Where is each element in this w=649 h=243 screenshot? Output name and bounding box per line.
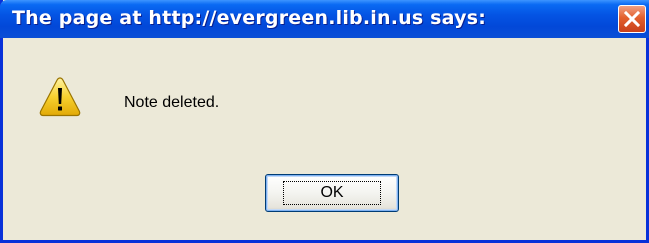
alert-dialog: The page at http://evergreen.lib.in.us s… (0, 0, 649, 243)
close-icon (623, 10, 641, 28)
dialog-title: The page at http://evergreen.lib.in.us s… (12, 7, 487, 29)
warning-icon (39, 77, 81, 117)
title-bar[interactable]: The page at http://evergreen.lib.in.us s… (0, 0, 649, 38)
dialog-message: Note deleted. (124, 94, 220, 111)
dialog-body: Note deleted. OK (3, 38, 646, 240)
ok-button-label: OK (283, 181, 381, 205)
close-button[interactable] (618, 5, 646, 33)
ok-button[interactable]: OK (265, 174, 399, 212)
